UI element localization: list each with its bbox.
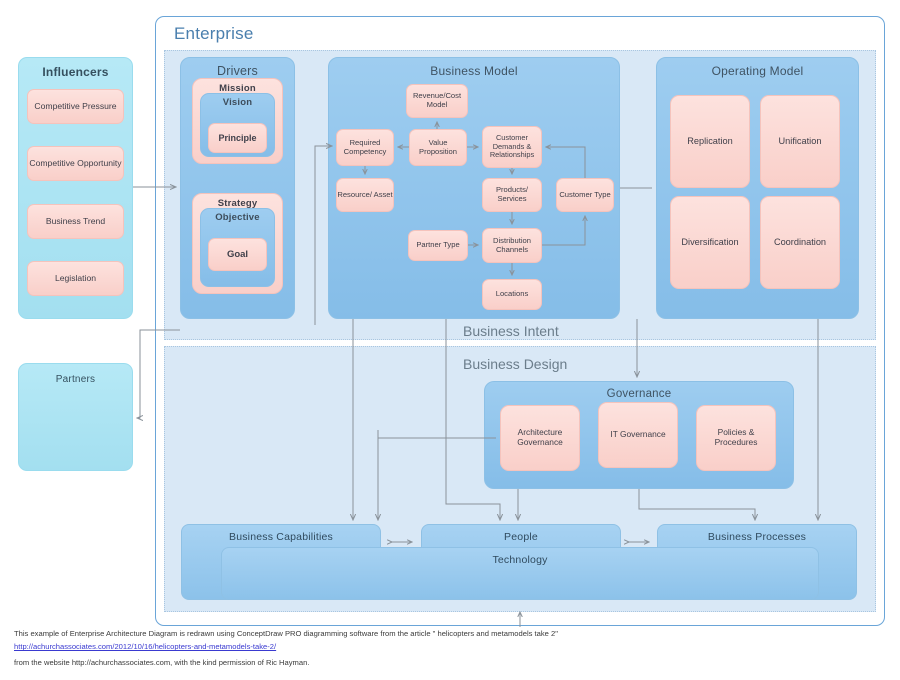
driver-principle[interactable]: Principle	[208, 123, 267, 153]
om-unification[interactable]: Unification	[760, 95, 840, 188]
gov-architecture-governance[interactable]: Architecture Governance	[500, 405, 580, 471]
footer-line-1: This example of Enterprise Architecture …	[14, 629, 558, 638]
driver-goal[interactable]: Goal	[208, 238, 267, 271]
business-model-title: Business Model	[430, 64, 518, 78]
region-business-intent-label: Business Intent	[463, 323, 559, 339]
governance-title: Governance	[606, 388, 672, 400]
om-coordination[interactable]: Coordination	[760, 196, 840, 289]
enterprise-title: Enterprise	[174, 24, 254, 43]
influencers-title: Influencers	[42, 65, 109, 79]
footer-line-3: from the website http://achurchassociate…	[14, 658, 310, 668]
bm-customer-type[interactable]: Customer Type	[556, 178, 614, 212]
bm-value-proposition[interactable]: Value Proposition	[409, 129, 467, 166]
foundation-business-capabilities-label: Business Capabilities	[228, 531, 333, 543]
bm-products-services[interactable]: Products/ Services	[482, 178, 542, 212]
drivers-title: Drivers	[217, 64, 258, 78]
bm-customer-demands-relationships[interactable]: Customer Demands & Relationships	[482, 126, 542, 168]
footer-note: This example of Enterprise Architecture …	[14, 628, 674, 669]
driver-objective-label: Objective	[215, 212, 260, 223]
region-business-design-label: Business Design	[463, 356, 568, 372]
bm-partner-type[interactable]: Partner Type	[408, 230, 468, 261]
gov-it-governance[interactable]: IT Governance	[598, 402, 678, 468]
foundation-business-processes-label: Business Processes	[707, 531, 807, 543]
partners-title: Partners	[55, 374, 96, 385]
bm-required-competency[interactable]: Required Competency	[336, 129, 394, 166]
foundation-technology-label: Technology	[492, 554, 548, 566]
gov-policies-procedures[interactable]: Policies & Procedures	[696, 405, 776, 471]
bm-revenue-cost-model[interactable]: Revenue/Cost Model	[406, 84, 468, 118]
operating-model-title: Operating Model	[711, 64, 804, 78]
bm-distribution-channels[interactable]: Distribution Channels	[482, 228, 542, 263]
partners-panel: Partners	[18, 363, 133, 471]
footer-source-link[interactable]: http://achurchassociates.com/2012/10/16/…	[14, 641, 674, 653]
influencer-competitive-pressure[interactable]: Competitive Pressure	[27, 89, 124, 124]
diagram-canvas: Enterprise Business Intent Business Desi…	[0, 0, 900, 680]
influencer-legislation[interactable]: Legislation	[27, 261, 124, 296]
influencer-competitive-opportunity[interactable]: Competitive Opportunity	[27, 146, 124, 181]
om-diversification[interactable]: Diversification	[670, 196, 750, 289]
foundation-technology[interactable]: Technology	[221, 547, 819, 600]
om-replication[interactable]: Replication	[670, 95, 750, 188]
foundation-people-label: People	[504, 531, 538, 543]
bm-resource-asset[interactable]: Resource/ Asset	[336, 178, 394, 212]
driver-vision-label: Vision	[222, 97, 253, 108]
influencer-business-trend[interactable]: Business Trend	[27, 204, 124, 239]
bm-locations[interactable]: Locations	[482, 279, 542, 310]
